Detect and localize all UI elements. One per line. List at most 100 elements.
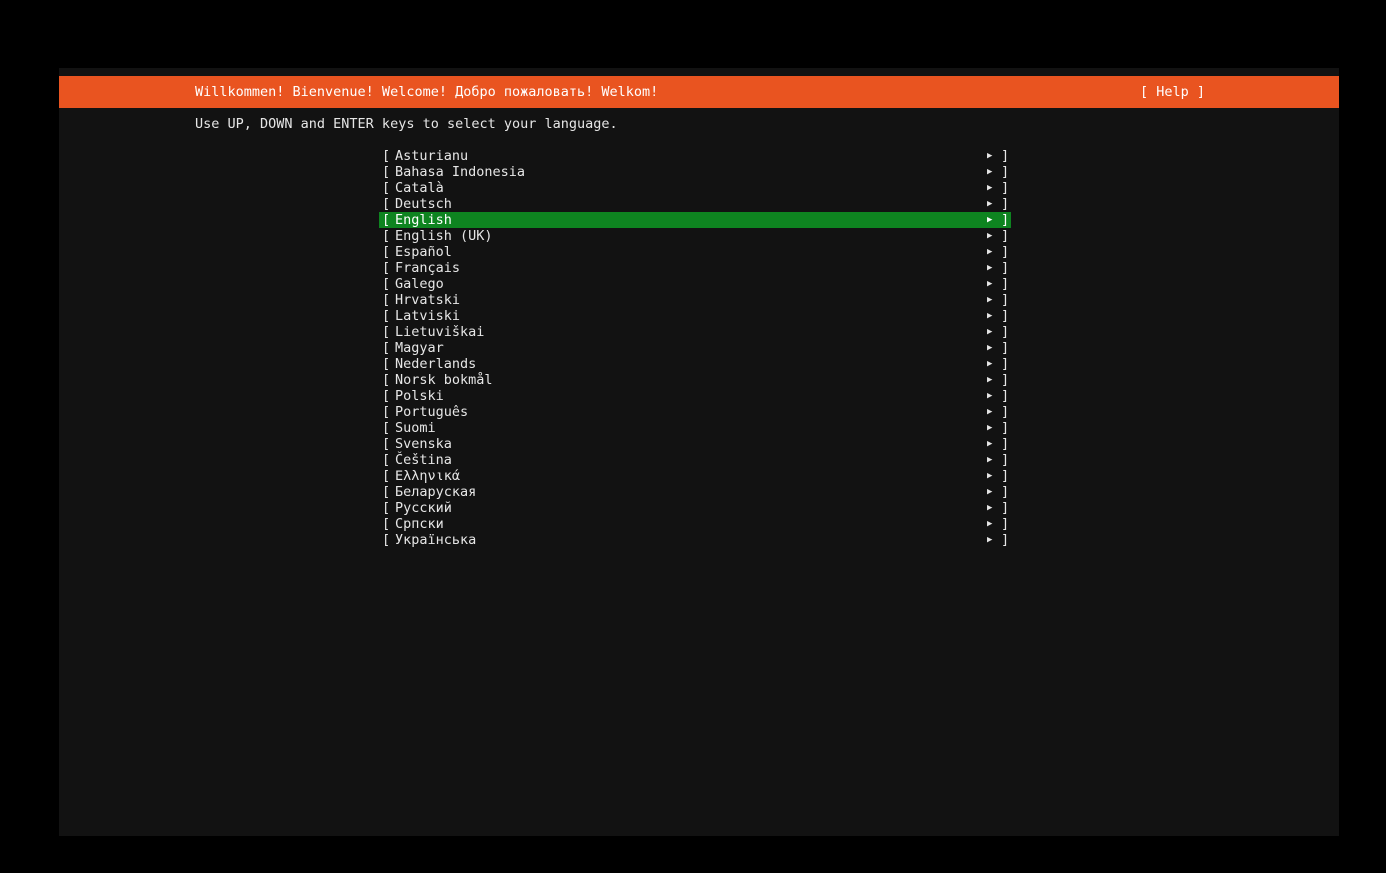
language-label: English <box>395 212 452 228</box>
language-label: Català <box>395 180 444 196</box>
open-bracket: [ <box>382 404 391 420</box>
open-bracket: [ <box>382 372 391 388</box>
language-option[interactable]: [Norsk bokmål ▶] <box>379 372 1011 388</box>
chevron-right-icon: ▶ <box>987 199 993 209</box>
language-label: Беларуская <box>395 484 477 500</box>
close-bracket: ] <box>1001 500 1010 516</box>
open-bracket: [ <box>382 484 391 500</box>
close-bracket: ] <box>1001 468 1010 484</box>
open-bracket: [ <box>382 244 391 260</box>
chevron-right-icon: ▶ <box>987 295 993 305</box>
language-option[interactable]: [Português ▶] <box>379 404 1011 420</box>
language-label: Svenska <box>395 436 452 452</box>
language-label: Français <box>395 260 461 276</box>
language-label: Português <box>395 404 469 420</box>
language-option[interactable]: [Čeština ▶] <box>379 452 1011 468</box>
language-option[interactable]: [Русский ▶] <box>379 500 1011 516</box>
open-bracket: [ <box>382 388 391 404</box>
open-bracket: [ <box>382 180 391 196</box>
language-label: Српски <box>395 516 444 532</box>
language-option[interactable]: [Svenska ▶] <box>379 436 1011 452</box>
close-bracket: ] <box>1001 180 1010 196</box>
open-bracket: [ <box>382 212 391 228</box>
chevron-right-icon: ▶ <box>987 439 993 449</box>
open-bracket: [ <box>382 308 391 324</box>
open-bracket: [ <box>382 468 391 484</box>
open-bracket: [ <box>382 452 391 468</box>
open-bracket: [ <box>382 324 391 340</box>
close-bracket: ] <box>1001 340 1010 356</box>
chevron-right-icon: ▶ <box>987 535 993 545</box>
chevron-right-icon: ▶ <box>987 311 993 321</box>
language-label: Українська <box>395 532 477 548</box>
chevron-right-icon: ▶ <box>987 519 993 529</box>
language-option[interactable]: [Français ▶] <box>379 260 1011 276</box>
language-option[interactable]: [Hrvatski ▶] <box>379 292 1011 308</box>
language-option[interactable]: [Беларуская ▶] <box>379 484 1011 500</box>
language-option[interactable]: [Nederlands ▶] <box>379 356 1011 372</box>
language-option[interactable]: [Català ▶] <box>379 180 1011 196</box>
close-bracket: ] <box>1001 388 1010 404</box>
language-option[interactable]: [Ελληνικά ▶] <box>379 468 1011 484</box>
language-label: Suomi <box>395 420 436 436</box>
language-option[interactable]: [Polski ▶] <box>379 388 1011 404</box>
chevron-right-icon: ▶ <box>987 503 993 513</box>
language-option[interactable]: [Suomi ▶] <box>379 420 1011 436</box>
language-option[interactable]: [Asturianu ▶] <box>379 148 1011 164</box>
chevron-right-icon: ▶ <box>987 391 993 401</box>
language-option[interactable]: [Galego ▶] <box>379 276 1011 292</box>
language-label: English (UK) <box>395 228 493 244</box>
language-option[interactable]: [Español ▶] <box>379 244 1011 260</box>
open-bracket: [ <box>382 516 391 532</box>
open-bracket: [ <box>382 356 391 372</box>
language-option[interactable]: [Latviski ▶] <box>379 308 1011 324</box>
close-bracket: ] <box>1001 260 1010 276</box>
chevron-right-icon: ▶ <box>987 183 993 193</box>
chevron-right-icon: ▶ <box>987 487 993 497</box>
language-option[interactable]: [Українська ▶] <box>379 532 1011 548</box>
close-bracket: ] <box>1001 276 1010 292</box>
chevron-right-icon: ▶ <box>987 407 993 417</box>
language-option[interactable]: [Deutsch ▶] <box>379 196 1011 212</box>
language-label: Polski <box>395 388 444 404</box>
chevron-right-icon: ▶ <box>987 167 993 177</box>
language-option[interactable]: [Српски ▶] <box>379 516 1011 532</box>
language-label: Čeština <box>395 452 452 468</box>
close-bracket: ] <box>1001 164 1010 180</box>
language-option[interactable]: [English ▶] <box>379 212 1011 228</box>
close-bracket: ] <box>1001 244 1010 260</box>
close-bracket: ] <box>1001 372 1010 388</box>
language-option[interactable]: [Magyar ▶] <box>379 340 1011 356</box>
open-bracket: [ <box>382 260 391 276</box>
chevron-right-icon: ▶ <box>987 423 993 433</box>
open-bracket: [ <box>382 276 391 292</box>
chevron-right-icon: ▶ <box>987 279 993 289</box>
language-option[interactable]: [English (UK) ▶] <box>379 228 1011 244</box>
language-label: Hrvatski <box>395 292 461 308</box>
close-bracket: ] <box>1001 404 1010 420</box>
open-bracket: [ <box>382 532 391 548</box>
chevron-right-icon: ▶ <box>987 359 993 369</box>
close-bracket: ] <box>1001 228 1010 244</box>
close-bracket: ] <box>1001 148 1010 164</box>
chevron-right-icon: ▶ <box>987 375 993 385</box>
language-label: Magyar <box>395 340 444 356</box>
close-bracket: ] <box>1001 532 1010 548</box>
help-button[interactable]: [ Help ] <box>1140 84 1205 100</box>
close-bracket: ] <box>1001 516 1010 532</box>
open-bracket: [ <box>382 196 391 212</box>
close-bracket: ] <box>1001 356 1010 372</box>
close-bracket: ] <box>1001 436 1010 452</box>
language-label: Ελληνικά <box>395 468 461 484</box>
installer-screen: Willkommen! Bienvenue! Welcome! Добро по… <box>59 68 1339 836</box>
language-label: Русский <box>395 500 452 516</box>
close-bracket: ] <box>1001 196 1010 212</box>
language-option[interactable]: [Lietuviškai ▶] <box>379 324 1011 340</box>
chevron-right-icon: ▶ <box>987 471 993 481</box>
language-label: Asturianu <box>395 148 469 164</box>
open-bracket: [ <box>382 164 391 180</box>
open-bracket: [ <box>382 420 391 436</box>
close-bracket: ] <box>1001 452 1010 468</box>
open-bracket: [ <box>382 436 391 452</box>
language-option[interactable]: [Bahasa Indonesia ▶] <box>379 164 1011 180</box>
